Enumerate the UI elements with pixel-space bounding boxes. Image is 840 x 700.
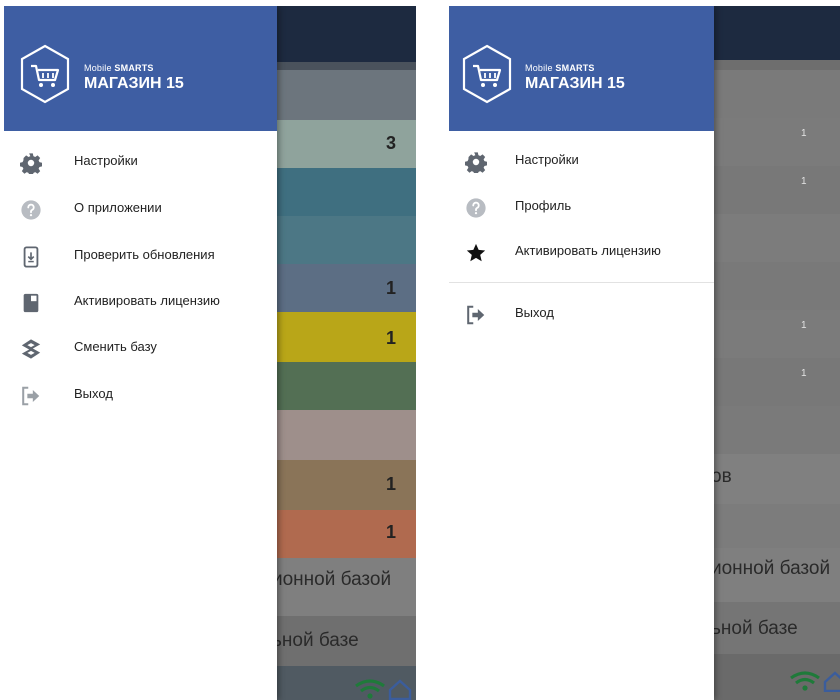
- exit-icon: [22, 386, 40, 406]
- menu-item-label: Выход: [74, 386, 113, 401]
- wifi-home-status-icons: [790, 671, 840, 692]
- navigation-drawer: Mobile SMARTS МАГАЗИН 15 Настройки Профи…: [449, 6, 714, 700]
- gear-icon: [465, 152, 487, 173]
- menu-item-switch-base[interactable]: Сменить базу: [4, 326, 277, 372]
- license-card-icon: [23, 293, 39, 313]
- menu-item-label: Проверить обновления: [74, 247, 215, 262]
- star-icon: [466, 243, 486, 262]
- cart-logo-icon: [462, 44, 512, 104]
- menu-item-check-updates[interactable]: Проверить обновления: [4, 234, 277, 280]
- bg-text: ьной базе: [272, 630, 359, 651]
- menu-item-label: Настройки: [74, 153, 138, 168]
- menu-item-activate-license[interactable]: Активировать лицензию: [449, 230, 714, 276]
- wifi-home-status-icons: [355, 679, 412, 700]
- menu-item-label: Профиль: [515, 198, 572, 213]
- brand-title: МАГАЗИН 15: [525, 75, 625, 92]
- menu-item-label: Выход: [515, 305, 554, 320]
- gear-icon: [20, 153, 42, 174]
- cart-logo-icon: [20, 44, 70, 104]
- bg-count: 1: [386, 278, 397, 298]
- left-phone-screen: 3 1 1 1 1 ионной базой ьной базе Mobile …: [4, 6, 416, 700]
- help-icon: [21, 200, 41, 220]
- bg-count: 1: [386, 522, 397, 542]
- menu-divider: [449, 282, 714, 283]
- menu-item-label: Активировать лицензию: [515, 243, 661, 258]
- help-icon: [466, 198, 486, 218]
- bg-text: ионной базой: [711, 558, 831, 579]
- bg-count: 1: [386, 474, 397, 494]
- menu-item-profile[interactable]: Профиль: [449, 185, 714, 231]
- drawer-header: Mobile SMARTS МАГАЗИН 15: [4, 6, 277, 131]
- menu-item-about[interactable]: О приложении: [4, 187, 277, 233]
- bg-count: 3: [386, 133, 397, 153]
- menu-item-label: О приложении: [74, 200, 162, 215]
- exit-icon: [467, 305, 485, 325]
- bg-count: 1: [801, 128, 807, 139]
- bg-count: 1: [801, 320, 807, 331]
- switch-base-icon: [21, 339, 41, 359]
- bg-text: ьной базе: [711, 618, 798, 639]
- menu-item-exit[interactable]: Выход: [449, 292, 714, 338]
- bg-count: 1: [386, 328, 397, 348]
- menu-item-settings[interactable]: Настройки: [4, 140, 277, 186]
- menu-item-activate-license[interactable]: Активировать лицензию: [4, 280, 277, 326]
- brand-subtitle: Mobile SMARTS: [525, 63, 595, 73]
- menu-item-label: Сменить базу: [74, 339, 157, 354]
- bg-text: ов: [711, 466, 732, 487]
- navigation-drawer: Mobile SMARTS МАГАЗИН 15 Настройки О при…: [4, 6, 277, 700]
- menu-item-exit[interactable]: Выход: [4, 373, 277, 419]
- brand-title: МАГАЗИН 15: [84, 75, 184, 92]
- bg-text: ионной базой: [272, 569, 392, 590]
- menu-item-label: Активировать лицензию: [74, 293, 220, 308]
- bg-count: 1: [801, 176, 807, 187]
- menu-item-label: Настройки: [515, 152, 579, 167]
- brand-subtitle: Mobile SMARTS: [84, 63, 154, 73]
- menu-item-settings[interactable]: Настройки: [449, 139, 714, 185]
- phone-update-icon: [23, 246, 39, 268]
- bg-count: 1: [801, 368, 807, 379]
- right-phone-screen: 1 1 1 1 ов ионной базой ьной базе Mobile…: [449, 6, 840, 700]
- drawer-header: Mobile SMARTS МАГАЗИН 15: [449, 6, 714, 131]
